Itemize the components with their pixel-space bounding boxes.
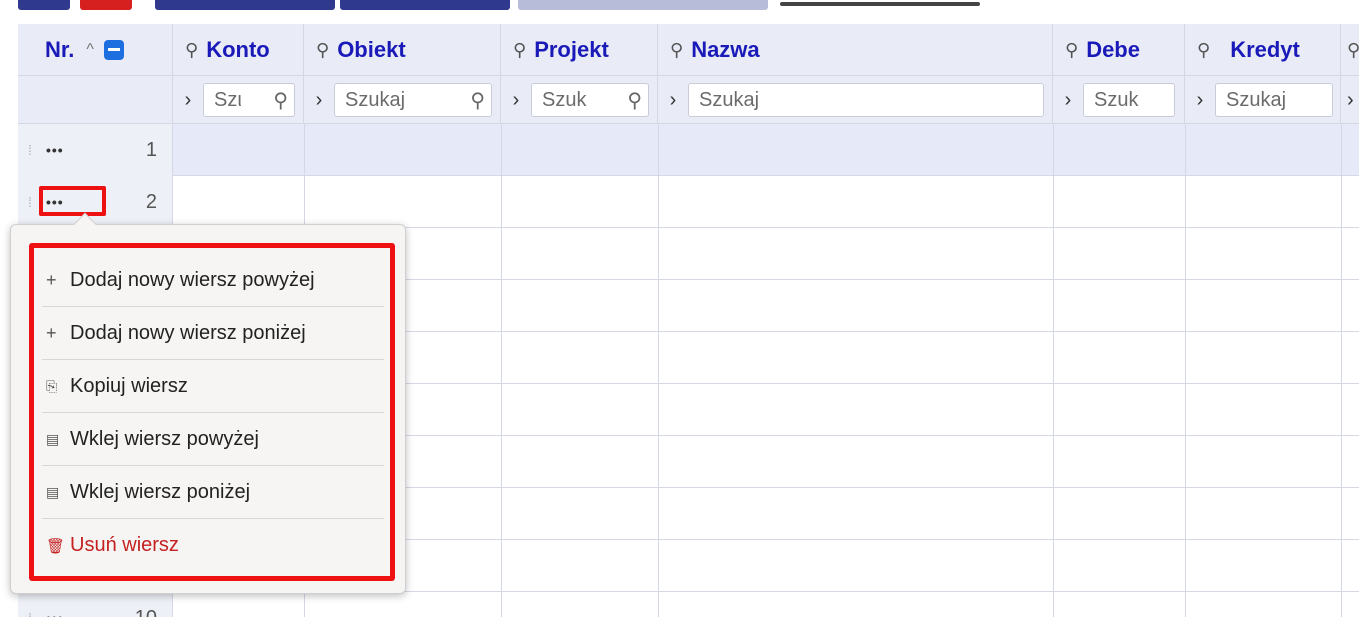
row-header[interactable]: ⁞ ••• 10 <box>18 592 173 617</box>
menu-item-paste-row-below[interactable]: ▤ Wklej wiersz poniżej <box>42 466 384 519</box>
chevron-right-icon[interactable]: › <box>664 89 682 112</box>
toolbar-button[interactable] <box>340 0 510 10</box>
top-toolbar-strip <box>0 0 1359 12</box>
column-header-next[interactable]: ⚲ <box>1341 24 1359 76</box>
search-icon: ⚲ <box>470 89 485 112</box>
menu-item-add-row-below[interactable]: + Dodaj nowy wiersz poniżej <box>42 307 384 360</box>
column-divider <box>501 124 502 617</box>
wrench-icon[interactable]: ⚲ <box>1065 40 1078 61</box>
row-number: 1 <box>145 138 157 161</box>
column-header-label: Konto <box>206 37 270 62</box>
wrench-icon[interactable]: ⚲ <box>670 40 683 61</box>
toolbar-text <box>780 2 980 6</box>
search-input-konto[interactable]: Szι ⚲ <box>203 83 295 117</box>
toolbar-button[interactable] <box>155 0 335 10</box>
toolbar-button[interactable] <box>18 0 70 10</box>
column-header-label: Debe <box>1086 37 1140 62</box>
column-header-nr[interactable]: Nr. ^ <box>18 24 173 76</box>
row-actions-button[interactable]: ••• <box>46 610 64 617</box>
grid-header-row: Nr. ^ ⚲ Konto ⚲ Obiekt ⚲ Projekt ⚲ Nazwa… <box>18 24 1359 76</box>
search-input-nazwa[interactable]: Szukaj <box>688 83 1044 117</box>
search-cell-kredyt: › Szukaj <box>1185 76 1341 124</box>
search-cell-obiekt: › Szukaj ⚲ <box>304 76 501 124</box>
menu-item-add-row-above[interactable]: + Dodaj nowy wiersz powyżej <box>42 254 384 307</box>
column-header-projekt[interactable]: ⚲ Projekt <box>501 24 658 76</box>
column-header-label: Nr. <box>45 37 75 62</box>
table-row[interactable] <box>18 592 1359 617</box>
column-header-nazwa[interactable]: ⚲ Nazwa <box>658 24 1053 76</box>
plus-icon: + <box>46 269 57 290</box>
table-row[interactable] <box>18 176 1359 228</box>
search-cell-nr <box>18 76 173 124</box>
column-header-label: Kredyt <box>1230 37 1300 62</box>
drag-handle-icon[interactable]: ⁞ <box>28 142 38 158</box>
column-divider <box>1053 124 1054 617</box>
chevron-right-icon[interactable]: › <box>1347 89 1354 112</box>
row-context-popup: + Dodaj nowy wiersz powyżej + Dodaj nowy… <box>10 212 406 594</box>
drag-handle-icon[interactable]: ⁞ <box>28 610 38 617</box>
wrench-icon[interactable]: ⚲ <box>1347 40 1359 61</box>
chevron-right-icon[interactable]: › <box>507 89 525 112</box>
menu-item-delete-row[interactable]: 🗑 Usuń wiersz <box>42 519 384 572</box>
chevron-right-icon[interactable]: › <box>310 89 328 112</box>
search-cell-debet: › Szuk <box>1053 76 1185 124</box>
wrench-icon[interactable]: ⚲ <box>316 40 329 61</box>
column-divider <box>1341 124 1342 617</box>
wrench-icon[interactable]: ⚲ <box>513 40 526 61</box>
drag-handle-icon[interactable]: ⁞ <box>28 194 38 210</box>
copy-icon: ⎘ <box>46 377 58 394</box>
menu-item-copy-row[interactable]: ⎘ Kopiuj wiersz <box>42 360 384 413</box>
collapse-minus-icon[interactable] <box>103 40 124 60</box>
row-actions-button[interactable]: ••• <box>46 142 64 158</box>
search-input-debet[interactable]: Szuk <box>1083 83 1175 117</box>
plus-icon: + <box>46 322 57 343</box>
column-header-label: Obiekt <box>337 37 406 62</box>
menu-item-paste-row-above[interactable]: ▤ Wklej wiersz powyżej <box>42 413 384 466</box>
search-cell-konto: › Szι ⚲ <box>173 76 304 124</box>
paste-icon: ▤ <box>46 483 60 500</box>
search-input-kredyt[interactable]: Szukaj <box>1215 83 1333 117</box>
grid-search-row: › Szι ⚲ › Szukaj ⚲ › Szuk ⚲ › Szukaj › S… <box>18 76 1359 124</box>
sort-ascending-icon[interactable]: ^ <box>86 41 94 59</box>
search-cell-nazwa: › Szukaj <box>658 76 1053 124</box>
column-divider <box>658 124 659 617</box>
table-row[interactable] <box>18 124 1359 176</box>
search-icon: ⚲ <box>627 89 642 112</box>
wrench-icon[interactable]: ⚲ <box>1197 40 1210 61</box>
search-cell-projekt: › Szuk ⚲ <box>501 76 658 124</box>
wrench-icon[interactable]: ⚲ <box>185 40 198 61</box>
column-header-obiekt[interactable]: ⚲ Obiekt <box>304 24 501 76</box>
row-header[interactable]: ⁞ ••• 1 <box>18 124 173 176</box>
chevron-right-icon[interactable]: › <box>1191 89 1209 112</box>
column-header-kredyt[interactable]: ⚲ Kredyt <box>1185 24 1341 76</box>
column-header-label: Projekt <box>534 37 609 62</box>
search-input-projekt[interactable]: Szuk ⚲ <box>531 83 649 117</box>
toolbar-button[interactable] <box>80 0 132 10</box>
row-context-menu: + Dodaj nowy wiersz powyżej + Dodaj nowy… <box>29 243 395 581</box>
row-number: 2 <box>145 190 157 213</box>
row-number: 10 <box>135 607 157 617</box>
search-icon: ⚲ <box>273 89 288 112</box>
column-header-label: Nazwa <box>691 37 760 62</box>
chevron-right-icon[interactable]: › <box>179 89 197 112</box>
trash-icon: 🗑 <box>46 537 66 555</box>
search-cell-next: › <box>1341 76 1359 124</box>
column-header-debet[interactable]: ⚲ Debe <box>1053 24 1185 76</box>
toolbar-button[interactable] <box>518 0 768 10</box>
column-divider <box>1185 124 1186 617</box>
paste-icon: ▤ <box>46 430 60 447</box>
search-input-obiekt[interactable]: Szukaj ⚲ <box>334 83 492 117</box>
chevron-right-icon[interactable]: › <box>1059 89 1077 112</box>
row-actions-highlight <box>39 186 106 216</box>
column-header-konto[interactable]: ⚲ Konto <box>173 24 304 76</box>
